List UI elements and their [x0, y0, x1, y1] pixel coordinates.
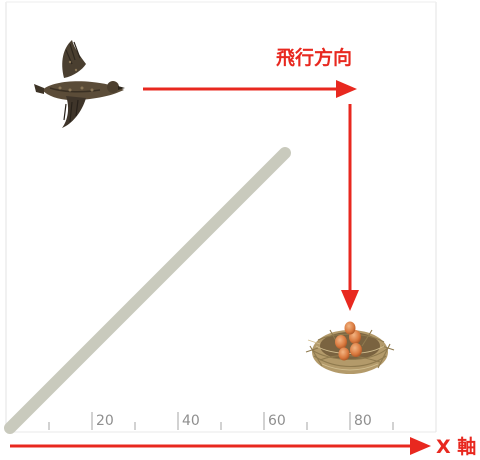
flight-direction-arrow — [143, 80, 357, 98]
diagram-stage: 20 40 60 80 飛行方向 X 軸 — [0, 0, 480, 460]
x-axis-tick-labels: 20 40 60 80 — [96, 413, 372, 429]
tick-label-20: 20 — [96, 413, 114, 429]
tick-label-80: 80 — [354, 413, 372, 429]
tick-label-60: 60 — [268, 413, 286, 429]
flight-direction-label: 飛行方向 — [276, 46, 352, 69]
flying-bird-icon — [34, 40, 125, 128]
tick-label-40: 40 — [182, 413, 200, 429]
descent-arrow — [341, 104, 359, 311]
nest-with-eggs-icon — [305, 321, 395, 374]
x-axis-label: X 軸 — [436, 435, 476, 458]
diagram-canvas: 20 40 60 80 飛行方向 X 軸 — [4, 1, 476, 458]
x-axis-arrow — [10, 437, 431, 455]
diagonal-line — [4, 147, 291, 434]
